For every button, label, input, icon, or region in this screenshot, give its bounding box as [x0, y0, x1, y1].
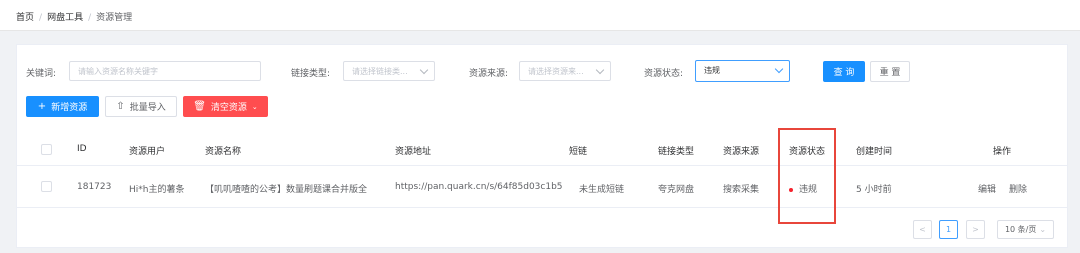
upload-icon: ⇧: [116, 100, 125, 112]
cell-source: 搜索采集: [723, 185, 760, 195]
reset-button[interactable]: 重 置: [870, 61, 910, 82]
cell-url: https://pan.quark.cn/s/64f85d03c1b5: [395, 182, 563, 192]
chevron-down-icon: [419, 65, 429, 75]
keyword-placeholder: 请输入资源名称关键字: [78, 67, 158, 76]
pagination-page-1[interactable]: 1: [939, 220, 958, 239]
breadcrumb-separator: /: [39, 13, 43, 23]
clear-resources-button[interactable]: 🗑 清空资源 ⌄: [183, 96, 268, 117]
source-label: 资源来源:: [469, 69, 509, 79]
breadcrumb: 首页 / 网盘工具 / 资源管理: [16, 10, 132, 23]
select-all-checkbox[interactable]: [41, 144, 52, 155]
link-type-placeholder: 请选择链接类...: [352, 67, 408, 76]
column-header-short-link: 短链: [569, 147, 588, 157]
batch-import-label: 批量导入: [129, 103, 166, 113]
cell-created: 5 小时前: [856, 185, 892, 195]
trash-icon: 🗑: [193, 100, 206, 112]
pagination-prev-button[interactable]: <: [913, 220, 932, 239]
add-resource-label: 新增资源: [51, 103, 88, 113]
source-placeholder: 请选择资源来...: [528, 67, 584, 76]
top-bar: 首页 / 网盘工具 / 资源管理: [0, 0, 1080, 31]
column-header-actions: 操作: [993, 147, 1012, 157]
row-checkbox[interactable]: [41, 181, 52, 192]
cell-link-type: 夸克网盘: [658, 185, 695, 195]
clear-resources-label: 清空资源: [210, 103, 247, 113]
status-label: 资源状态:: [644, 69, 684, 79]
status-highlight-box: [778, 128, 836, 224]
chevron-down-icon: ⌄: [251, 102, 258, 111]
delete-link[interactable]: 删除: [1009, 182, 1027, 195]
cell-name: 【叽叽喳喳的公考】数量刷题课合并版全: [205, 185, 368, 195]
breadcrumb-tools[interactable]: 网盘工具: [47, 13, 83, 23]
column-header-created: 创建时间: [856, 147, 893, 157]
table-row: 181723 Hi*h主的薯条 【叽叽喳喳的公考】数量刷题课合并版全 https…: [17, 167, 1067, 208]
page-size-select[interactable]: 10 条/页 ⌄: [997, 220, 1054, 239]
column-header-name: 资源名称: [205, 147, 242, 157]
pagination-next-button[interactable]: >: [966, 220, 985, 239]
batch-import-button[interactable]: ⇧ 批量导入: [105, 96, 177, 117]
table-header: ID 资源用户 资源名称 资源地址 短链 链接类型 资源来源 资源状态 创建时间…: [17, 133, 1067, 166]
keyword-input[interactable]: 请输入资源名称关键字: [69, 61, 261, 81]
chevron-down-icon: [774, 64, 784, 74]
column-header-link-type: 链接类型: [658, 147, 695, 157]
status-select-value: 违规: [704, 66, 720, 75]
search-button[interactable]: 查 询: [823, 61, 865, 82]
link-type-select[interactable]: 请选择链接类...: [343, 61, 435, 81]
column-header-user: 资源用户: [129, 147, 166, 157]
add-resource-button[interactable]: + 新增资源: [26, 96, 99, 117]
link-type-label: 链接类型:: [291, 69, 331, 79]
plus-icon: +: [37, 100, 47, 112]
cell-id: 181723: [77, 182, 112, 192]
page-size-value: 10 条/页: [1004, 225, 1037, 234]
edit-link[interactable]: 编辑: [978, 182, 996, 195]
column-header-id: ID: [77, 144, 87, 154]
column-header-source: 资源来源: [723, 147, 760, 157]
source-select[interactable]: 请选择资源来...: [519, 61, 611, 81]
chevron-down-icon: ⌄: [1039, 225, 1047, 234]
status-select[interactable]: 违规: [695, 60, 790, 82]
cell-user: Hi*h主的薯条: [129, 185, 185, 195]
short-link-generate-link[interactable]: 未生成短链: [579, 182, 624, 195]
keyword-label: 关键词:: [26, 69, 57, 79]
breadcrumb-separator: /: [88, 13, 92, 23]
column-header-url: 资源地址: [395, 147, 432, 157]
chevron-down-icon: [595, 65, 605, 75]
breadcrumb-current: 资源管理: [96, 13, 133, 23]
breadcrumb-home[interactable]: 首页: [16, 13, 34, 23]
resource-panel: 关键词: 请输入资源名称关键字 链接类型: 请选择链接类... 资源来源: 请选…: [16, 44, 1068, 248]
